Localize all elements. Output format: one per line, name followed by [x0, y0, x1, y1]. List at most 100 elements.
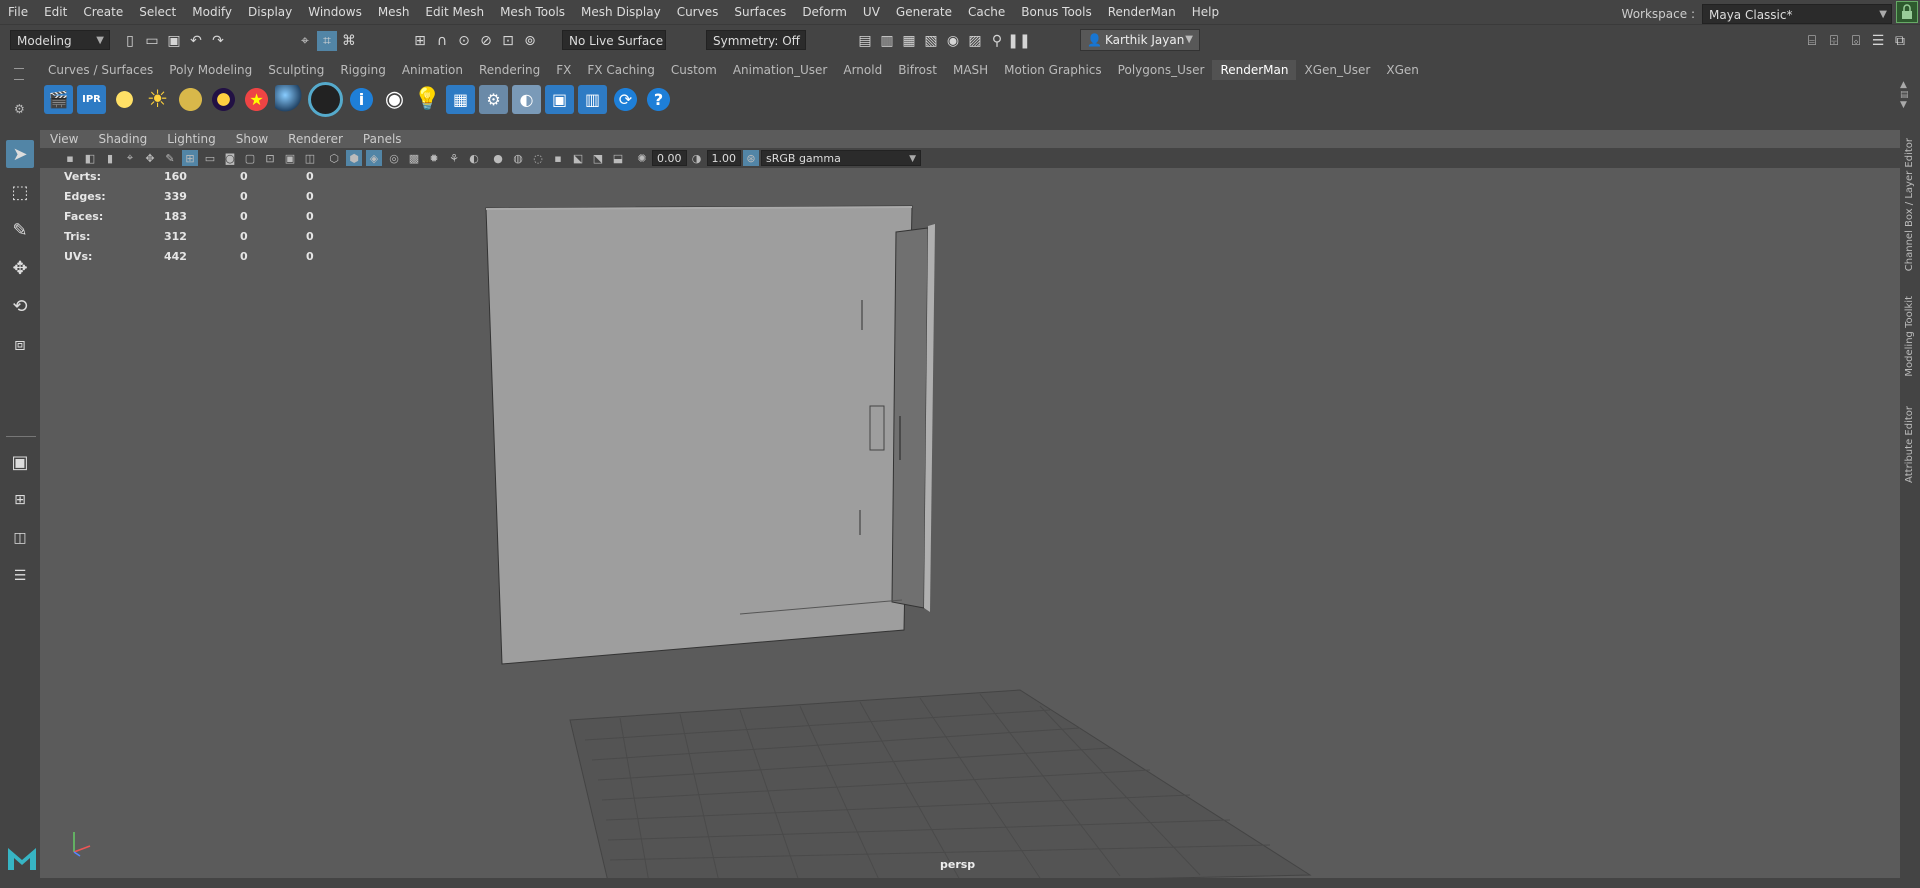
shelf-tab-rendering[interactable]: Rendering	[471, 60, 548, 80]
menu-generate[interactable]: Generate	[888, 0, 960, 24]
shelf-gear-icon[interactable]: ⚙	[14, 102, 34, 116]
menu-cache[interactable]: Cache	[960, 0, 1013, 24]
isolate-select-icon[interactable]: ▪	[550, 150, 566, 166]
lights-icon[interactable]: ✹	[426, 150, 442, 166]
calculator-icon[interactable]: ▦	[446, 84, 475, 114]
refresh-icon[interactable]: ⟳	[611, 84, 640, 114]
tab-modeling-toolkit[interactable]: Modeling Toolkit	[1904, 296, 1915, 377]
menu-edit-mesh[interactable]: Edit Mesh	[417, 0, 492, 24]
snap-view-icon[interactable]: ⊘	[476, 31, 496, 51]
pause-icon[interactable]: ❚❚	[1007, 31, 1030, 51]
photo-icon[interactable]: ⚙	[479, 84, 508, 114]
shelf-tab-motion-graphics[interactable]: Motion Graphics	[996, 60, 1110, 80]
select-hierarchy-icon[interactable]: ⌖	[295, 31, 315, 51]
film-gate-icon[interactable]: ▭	[202, 150, 218, 166]
menu-mesh[interactable]: Mesh	[370, 0, 418, 24]
channel-box-icon[interactable]: ☰	[1868, 31, 1888, 51]
eye-icon[interactable]: ◉	[380, 85, 409, 114]
image-plane-icon[interactable]: ⌖	[122, 150, 138, 166]
gamma-field[interactable]: 1.00	[706, 150, 741, 166]
ipr-render-icon[interactable]: ▦	[899, 31, 919, 51]
menu-surfaces[interactable]: Surfaces	[726, 0, 794, 24]
single-view-layout-icon[interactable]: ▣	[6, 448, 34, 476]
scroll-down-icon[interactable]: ▼	[1900, 100, 1914, 110]
textured-icon[interactable]: ◎	[386, 150, 402, 166]
select-component-icon[interactable]: ⌘	[339, 31, 359, 51]
viewport-panel[interactable]	[40, 130, 1900, 878]
shelf-tab-fx-caching[interactable]: FX Caching	[579, 60, 662, 80]
render-frame-icon[interactable]: ▥	[877, 31, 897, 51]
select-tool-icon[interactable]: ➤	[6, 140, 34, 168]
live-surface-field[interactable]: No Live Surface	[562, 30, 666, 50]
attribute-editor-icon[interactable]: ⌹	[1824, 31, 1844, 51]
safe-title-icon[interactable]: ◫	[302, 150, 318, 166]
snap-surface-icon[interactable]: ⊡	[498, 31, 518, 51]
moon-icon[interactable]: ◐	[512, 84, 541, 114]
move-tool-icon[interactable]: ✥	[6, 254, 34, 282]
undo-icon[interactable]: ↶	[186, 31, 206, 51]
info-icon[interactable]: i	[347, 84, 376, 114]
menu-windows[interactable]: Windows	[300, 0, 370, 24]
menu-renderman[interactable]: RenderMan	[1100, 0, 1184, 24]
rotate-tool-icon[interactable]: ⟲	[6, 292, 34, 320]
shelf-tab-rigging[interactable]: Rigging	[332, 60, 393, 80]
shelf-tab-curves-surfaces[interactable]: Curves / Surfaces	[40, 60, 161, 80]
shelf-tab-menu-icon[interactable]	[14, 68, 24, 80]
gamma-icon[interactable]: ◑	[689, 150, 705, 166]
camera-attributes-icon[interactable]: ◧	[82, 150, 98, 166]
shelf-tab-bifrost[interactable]: Bifrost	[890, 60, 945, 80]
symmetry-dropdown[interactable]: Symmetry: Off	[706, 30, 806, 50]
menu-mesh-display[interactable]: Mesh Display	[573, 0, 669, 24]
menu-display[interactable]: Display	[240, 0, 300, 24]
resolution-gate-icon[interactable]: ◙	[222, 150, 238, 166]
shelf-tab-mash[interactable]: MASH	[945, 60, 996, 80]
tab-channel-box[interactable]: Channel Box / Layer Editor	[1904, 138, 1915, 271]
shelf-tab-animation-user[interactable]: Animation_User	[725, 60, 836, 80]
view-transform-dropdown[interactable]: sRGB gamma ▼	[761, 150, 921, 166]
menu-select[interactable]: Select	[131, 0, 184, 24]
paint-select-tool-icon[interactable]: ✎	[6, 216, 34, 244]
render-settings-icon[interactable]: ▧	[921, 31, 941, 51]
panel-menu-shading[interactable]: Shading	[88, 130, 157, 148]
field-chart-icon[interactable]: ⊡	[262, 150, 278, 166]
panel-menu-show[interactable]: Show	[226, 130, 278, 148]
menu-uv[interactable]: UV	[855, 0, 888, 24]
tab-attribute-editor[interactable]: Attribute Editor	[1904, 406, 1915, 483]
snap-live-icon[interactable]: ⊚	[520, 31, 540, 51]
motion-blur-icon[interactable]: ●	[490, 150, 506, 166]
shelf-tab-xgen[interactable]: XGen	[1378, 60, 1427, 80]
star-icon[interactable]: ★	[242, 84, 271, 114]
shelf-tab-poly-modeling[interactable]: Poly Modeling	[161, 60, 260, 80]
shelf-tab-polygons-user[interactable]: Polygons_User	[1110, 60, 1213, 80]
redo-icon[interactable]: ↷	[208, 31, 228, 51]
panel-menu-lighting[interactable]: Lighting	[157, 130, 226, 148]
exposure-icon[interactable]: ✺	[634, 150, 650, 166]
mesh-light-icon[interactable]	[209, 84, 238, 114]
modeling-toolkit-icon[interactable]: ⌸	[1802, 31, 1822, 51]
safe-action-icon[interactable]: ▣	[282, 150, 298, 166]
chart-icon[interactable]: ▥	[578, 84, 607, 114]
menu-set-dropdown[interactable]: Modeling ▼	[10, 30, 110, 50]
help-icon[interactable]: ?	[644, 84, 673, 114]
menu-edit[interactable]: Edit	[36, 0, 75, 24]
menu-help[interactable]: Help	[1184, 0, 1227, 24]
select-object-icon[interactable]: ⌗	[317, 31, 337, 51]
color-management-icon[interactable]: ⊛	[743, 150, 759, 166]
ipr-icon[interactable]: IPR	[77, 84, 106, 114]
open-scene-icon[interactable]: ▭	[142, 31, 162, 51]
render-clapper-icon[interactable]: 🎬	[44, 84, 73, 114]
shadows-icon[interactable]: ⚘	[446, 150, 462, 166]
panel-menu-renderer[interactable]: Renderer	[278, 130, 353, 148]
menu-bonus-tools[interactable]: Bonus Tools	[1013, 0, 1099, 24]
xray-joints-icon[interactable]: ⬔	[590, 150, 606, 166]
xray-active-icon[interactable]: ⬓	[610, 150, 626, 166]
snap-curve-icon[interactable]: ∩	[432, 31, 452, 51]
light-sphere-icon[interactable]	[110, 84, 139, 114]
menu-create[interactable]: Create	[75, 0, 131, 24]
outliner-layout-icon[interactable]: ☰	[6, 562, 34, 590]
shelf-tab-sculpting[interactable]: Sculpting	[260, 60, 332, 80]
save-scene-icon[interactable]: ▣	[164, 31, 184, 51]
shelf-tab-animation[interactable]: Animation	[394, 60, 471, 80]
wireframe-on-shaded-icon[interactable]: ◈	[366, 150, 382, 166]
exposure-field[interactable]: 0.00	[652, 150, 687, 166]
